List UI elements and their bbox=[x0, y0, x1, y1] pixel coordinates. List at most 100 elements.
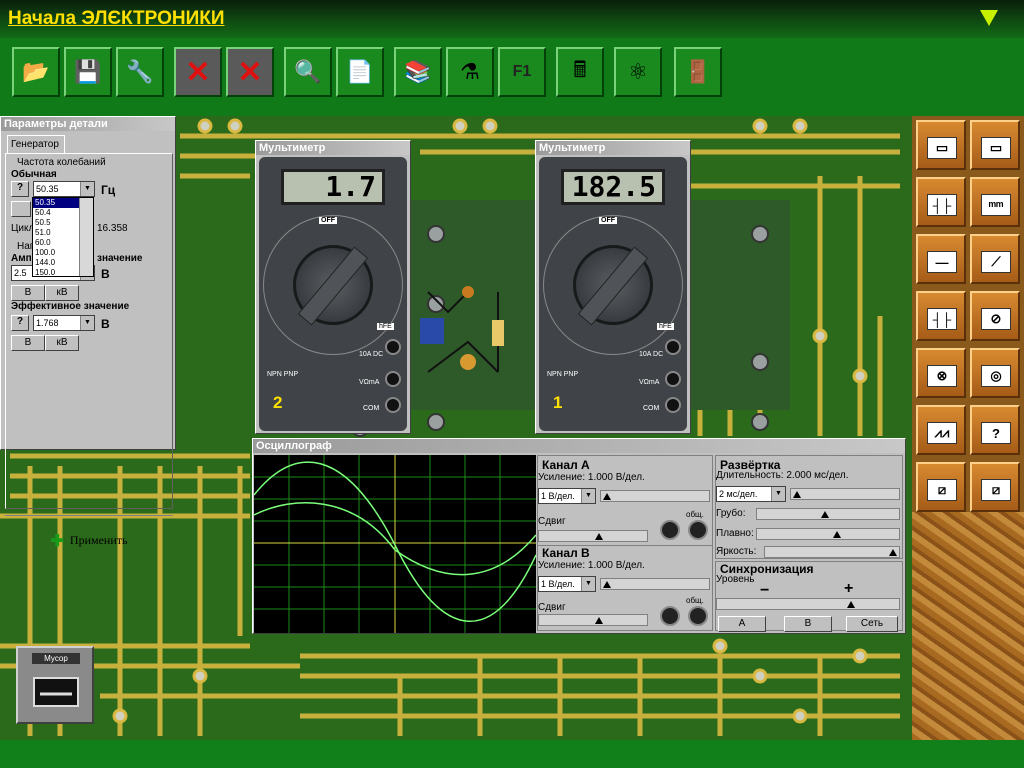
part-variable-resistor[interactable]: ⧄ bbox=[916, 462, 966, 512]
exit-door-icon[interactable]: 🚪 bbox=[674, 47, 722, 97]
jack-com[interactable] bbox=[385, 397, 401, 413]
lamp-component[interactable] bbox=[460, 354, 476, 370]
sync-net-button[interactable]: Сеть bbox=[846, 616, 898, 632]
range-dial[interactable] bbox=[573, 245, 653, 326]
part-ac-resistor[interactable]: ⩘⩘ bbox=[916, 405, 966, 455]
channel-b-shift-slider[interactable] bbox=[538, 614, 648, 626]
part-variable-resistor-2[interactable]: ⧄ bbox=[970, 462, 1020, 512]
help-f1-icon[interactable]: F1 bbox=[498, 47, 546, 97]
resistor-component[interactable] bbox=[492, 320, 504, 346]
trash-bin[interactable]: Мусор bbox=[16, 646, 94, 724]
jack-10a[interactable] bbox=[385, 339, 401, 355]
npn-label: NPN PNP bbox=[547, 371, 579, 378]
part-unknown[interactable]: ? bbox=[970, 405, 1020, 455]
eff-unit-kv-button[interactable]: кВ bbox=[45, 335, 79, 351]
eff-value: 1.768 bbox=[36, 318, 59, 328]
chevron-down-icon[interactable]: ▼ bbox=[581, 577, 595, 591]
save-icon[interactable]: 💾 bbox=[64, 47, 112, 97]
channel-a-gain: Усиление: 1.000 В/дел. bbox=[538, 472, 645, 483]
notes-icon[interactable]: 📄 bbox=[336, 47, 384, 97]
ac-resistor-icon: ⩘⩘ bbox=[927, 422, 957, 444]
part-capacitor[interactable]: ┤├ bbox=[916, 177, 966, 227]
tab-generator[interactable]: Генератор bbox=[7, 135, 65, 153]
part-meter[interactable]: ⊘ bbox=[970, 291, 1020, 341]
dropdown-scrollbar[interactable] bbox=[79, 198, 93, 276]
freq-combo[interactable]: 50.35 ▼ bbox=[33, 181, 95, 197]
multimeter-title: Мультиметр bbox=[256, 141, 410, 155]
eff-unit-v-button[interactable]: В bbox=[11, 335, 45, 351]
channel-a-shift-slider[interactable] bbox=[538, 530, 648, 542]
magnify-icon[interactable]: 🔍 bbox=[284, 47, 332, 97]
open-icon[interactable]: 📂 bbox=[12, 47, 60, 97]
channel-b-range[interactable]: 1 В/дел. ▼ bbox=[538, 576, 596, 592]
chevron-down-icon[interactable]: ▼ bbox=[80, 182, 94, 196]
part-coil[interactable]: ◎ bbox=[970, 348, 1020, 398]
part-electrolytic-capacitor[interactable]: ┤├ bbox=[916, 291, 966, 341]
part-wire[interactable]: — bbox=[916, 234, 966, 284]
vomega-label: VΩmA bbox=[359, 379, 380, 386]
scope-grid bbox=[253, 455, 537, 633]
sweep-range-slider[interactable] bbox=[790, 488, 900, 500]
chevron-down-icon[interactable]: ▼ bbox=[80, 316, 94, 330]
channel-b-gain-slider[interactable] bbox=[600, 578, 710, 590]
range-dial[interactable] bbox=[293, 245, 373, 326]
channel-a-common-jack[interactable] bbox=[688, 520, 708, 540]
hfe-label: hFE bbox=[657, 323, 674, 330]
inductor-component[interactable] bbox=[462, 286, 474, 298]
books-icon[interactable]: 📚 bbox=[394, 47, 442, 97]
calculator-icon[interactable]: 🖩 bbox=[556, 47, 604, 97]
chevron-down-icon[interactable]: ▼ bbox=[581, 489, 595, 503]
channel-b-title: Канал В bbox=[542, 546, 590, 560]
multimeter-window-1[interactable]: Мультиметр 182.5 OFF hFE 10A DC NPN PNP … bbox=[535, 140, 691, 434]
molecule-icon[interactable]: ⚛ bbox=[614, 47, 662, 97]
amp-unit-kv-button[interactable]: кВ bbox=[45, 285, 79, 301]
delete-icon[interactable]: ✕ bbox=[174, 47, 222, 97]
channel-b-range-value: 1 В/дел. bbox=[541, 579, 575, 589]
channel-a-range[interactable]: 1 В/дел. ▼ bbox=[538, 488, 596, 504]
channel-a-common-label: общ. bbox=[686, 510, 704, 519]
amp-unit-v-button[interactable]: В bbox=[11, 285, 45, 301]
part-lamp[interactable]: ⊗ bbox=[916, 348, 966, 398]
freq-dropdown-list[interactable]: 50.35 50.4 50.5 51.0 60.0 100.0 144.0 15… bbox=[32, 197, 94, 277]
brightness-slider[interactable] bbox=[764, 546, 900, 558]
lab-icon[interactable]: ⚗ bbox=[446, 47, 494, 97]
clear-icon[interactable]: ✕ bbox=[226, 47, 274, 97]
channel-b-input-jack[interactable] bbox=[660, 606, 680, 626]
sweep-range[interactable]: 2 мс/дел. ▼ bbox=[716, 486, 786, 502]
freq-unit-button[interactable] bbox=[11, 201, 31, 217]
freq-value: 50.35 bbox=[36, 184, 59, 194]
status-bar bbox=[0, 740, 1024, 768]
eff-combo[interactable]: 1.768 ▼ bbox=[33, 315, 95, 331]
jack-vomega[interactable] bbox=[665, 371, 681, 387]
part-switch[interactable]: ⟋ bbox=[970, 234, 1020, 284]
freq-unit: Гц bbox=[101, 183, 116, 197]
part-fuse[interactable]: ▭ bbox=[970, 120, 1020, 170]
part-inductor[interactable]: ᵐᵐ bbox=[970, 177, 1020, 227]
menu-dropdown-icon[interactable] bbox=[980, 10, 998, 26]
off-label: OFF bbox=[599, 217, 617, 224]
generator-component[interactable] bbox=[420, 318, 444, 344]
tools-icon[interactable]: 🔧 bbox=[116, 47, 164, 97]
multimeter-window-2[interactable]: Мультиметр 1.7 OFF hFE 10A DC NPN PNP VΩ… bbox=[255, 140, 411, 434]
sync-level-slider[interactable] bbox=[716, 598, 900, 610]
sync-b-button[interactable]: B bbox=[784, 616, 832, 632]
jack-vomega[interactable] bbox=[385, 371, 401, 387]
sync-a-button[interactable]: A bbox=[718, 616, 766, 632]
main-toolbar: 📂 💾 🔧 ✕ ✕ 🔍 📄 📚 ⚗ F1 🖩 ⚛ 🚪 bbox=[0, 38, 1024, 116]
channel-a-gain-slider[interactable] bbox=[600, 490, 710, 502]
channel-a-input-jack[interactable] bbox=[660, 520, 680, 540]
jack-com[interactable] bbox=[665, 397, 681, 413]
app-title[interactable]: Начала ЭЛЄКТРОНИКИ bbox=[8, 8, 224, 30]
sweep-fine-slider[interactable] bbox=[756, 528, 900, 540]
part-resistor[interactable]: ▭ bbox=[916, 120, 966, 170]
freq-help-button[interactable]: ? bbox=[11, 181, 29, 197]
jack-10a[interactable] bbox=[665, 339, 681, 355]
eff-help-button[interactable]: ? bbox=[11, 315, 29, 331]
chevron-down-icon[interactable]: ▼ bbox=[771, 487, 785, 501]
app-titlebar: Начала ЭЛЄКТРОНИКИ bbox=[0, 0, 1024, 38]
sweep-coarse-slider[interactable] bbox=[756, 508, 900, 520]
circuit-diagram[interactable] bbox=[418, 282, 518, 382]
apply-button[interactable]: ✚ Применить bbox=[5, 515, 173, 565]
oscilloscope-window[interactable]: Осциллограф Канал А Усиление: 1.000 В/де… bbox=[252, 438, 906, 634]
channel-b-common-jack[interactable] bbox=[688, 606, 708, 626]
